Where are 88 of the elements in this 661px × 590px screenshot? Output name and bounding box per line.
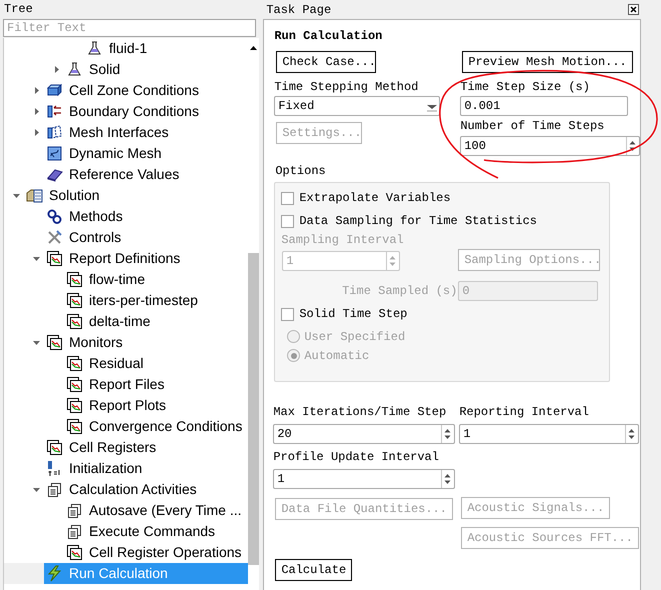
cube-icon: [46, 82, 63, 99]
input-field[interactable]: 0.001: [460, 96, 628, 116]
expand-arrow-icon[interactable]: [53, 66, 61, 74]
calculator-icon: [26, 187, 43, 204]
tree-item[interactable]: Monitors: [44, 332, 248, 353]
field-label: Number of Time Steps: [460, 118, 606, 134]
checkbox[interactable]: [281, 214, 294, 228]
chart-icon: [66, 292, 83, 309]
tree-item[interactable]: Cell Registers: [44, 437, 248, 458]
field-label: Profile Update Interval: [273, 449, 440, 465]
spin-field[interactable]: 100: [460, 136, 640, 156]
tree-item[interactable]: Solid: [64, 59, 248, 80]
tree-item[interactable]: Methods: [44, 206, 248, 227]
checkbox-label: Solid Time Step: [299, 306, 408, 323]
section-heading: Run Calculation: [274, 28, 384, 45]
tree-item[interactable]: Report Plots: [64, 395, 248, 416]
expand-arrow-icon[interactable]: [33, 108, 41, 116]
tree-item[interactable]: Convergence Conditions: [64, 416, 248, 437]
tree-item[interactable]: fluid-1: [84, 38, 248, 59]
panel-title: Tree: [3, 1, 34, 18]
spin-field[interactable]: 20: [273, 424, 456, 444]
documents-icon: [66, 523, 83, 540]
checkbox[interactable]: [281, 192, 294, 204]
chart-icon: [66, 544, 83, 561]
expand-arrow-icon[interactable]: [33, 128, 41, 136]
tree-item[interactable]: Solution: [24, 185, 248, 206]
chart-icon: [66, 355, 83, 372]
chart-icon: [66, 397, 83, 414]
tree-item[interactable]: flow-time: [64, 269, 248, 290]
tree-item[interactable]: Boundary Conditions: [44, 101, 248, 122]
chart-icon: [46, 334, 63, 351]
button[interactable]: Calculate: [275, 559, 352, 581]
tree-item[interactable]: Execute Commands: [64, 521, 248, 542]
checkbox[interactable]: [281, 308, 294, 320]
tree-item[interactable]: Calculation Activities: [44, 479, 248, 500]
close-icon[interactable]: [628, 4, 640, 15]
tree-item[interactable]: Initialization: [44, 458, 248, 479]
collapse-arrow-icon[interactable]: [33, 254, 41, 262]
collapse-arrow-icon[interactable]: [33, 338, 41, 346]
radio-label: Automatic: [304, 348, 370, 364]
button[interactable]: Preview Mesh Motion...: [462, 51, 633, 73]
dropdown[interactable]: Fixed: [274, 96, 440, 116]
chart-icon: [66, 376, 83, 393]
field-label: Options: [275, 163, 327, 179]
filter-field[interactable]: Filter Text: [3, 19, 256, 37]
panel-title: Task Page: [265, 2, 332, 18]
tree-item[interactable]: Controls: [44, 227, 248, 248]
tree-item[interactable]: iters-per-timestep: [64, 290, 248, 311]
documents-icon: [46, 481, 63, 498]
tree-item[interactable]: Reference Values: [44, 164, 248, 185]
field-label: Reporting Interval: [459, 404, 590, 420]
field-label: Max Iterations/Time Step: [273, 404, 448, 420]
chart-icon: [66, 313, 83, 330]
tree-item[interactable]: Cell Register Operations: [64, 542, 248, 563]
button[interactable]: Check Case...: [276, 51, 376, 73]
documents-icon: [66, 502, 83, 519]
wall-arrows-icon: [46, 103, 63, 120]
lightning-icon: [46, 565, 63, 582]
scrollbar-thumb[interactable]: [248, 253, 260, 565]
tree-item[interactable]: Cell Zone Conditions: [44, 80, 248, 101]
gears-icon: [46, 208, 63, 225]
tree-item[interactable]: Mesh Interfaces: [44, 122, 248, 143]
tree-item[interactable]: Autosave (Every Time ...: [64, 500, 248, 521]
chart-icon: [46, 250, 63, 267]
field-label: Time Stepping Method: [274, 79, 420, 95]
flask-icon: [66, 61, 83, 78]
field-label: Time Sampled (s): [342, 283, 458, 299]
checkbox-label: Extrapolate Variables: [299, 190, 451, 207]
spin-field[interactable]: 1: [273, 469, 456, 489]
tree-item[interactable]: Report Definitions: [44, 248, 248, 269]
tree-item[interactable]: delta-time: [64, 311, 248, 332]
spin-field[interactable]: 1: [459, 424, 640, 444]
collapse-arrow-icon[interactable]: [33, 486, 41, 494]
chart-icon: [66, 271, 83, 288]
tools-icon: [46, 229, 63, 246]
checkbox-label: Data Sampling for Time Statistics: [299, 213, 537, 230]
mesh-box-icon: [46, 145, 63, 162]
mesh-icon: [46, 124, 63, 141]
chart-icon: [66, 418, 83, 435]
radio-label: User Specified: [304, 328, 406, 346]
field-label: Sampling Interval: [281, 232, 405, 248]
tree-item[interactable]: Report Files: [64, 374, 248, 395]
tree-item[interactable]: Residual: [64, 353, 248, 374]
expand-arrow-icon[interactable]: [33, 86, 41, 94]
tree-item[interactable]: Dynamic Mesh: [44, 143, 248, 164]
chart-icon: [46, 439, 63, 456]
collapse-arrow-icon[interactable]: [13, 192, 21, 200]
field-label: Time Step Size (s): [460, 79, 591, 95]
